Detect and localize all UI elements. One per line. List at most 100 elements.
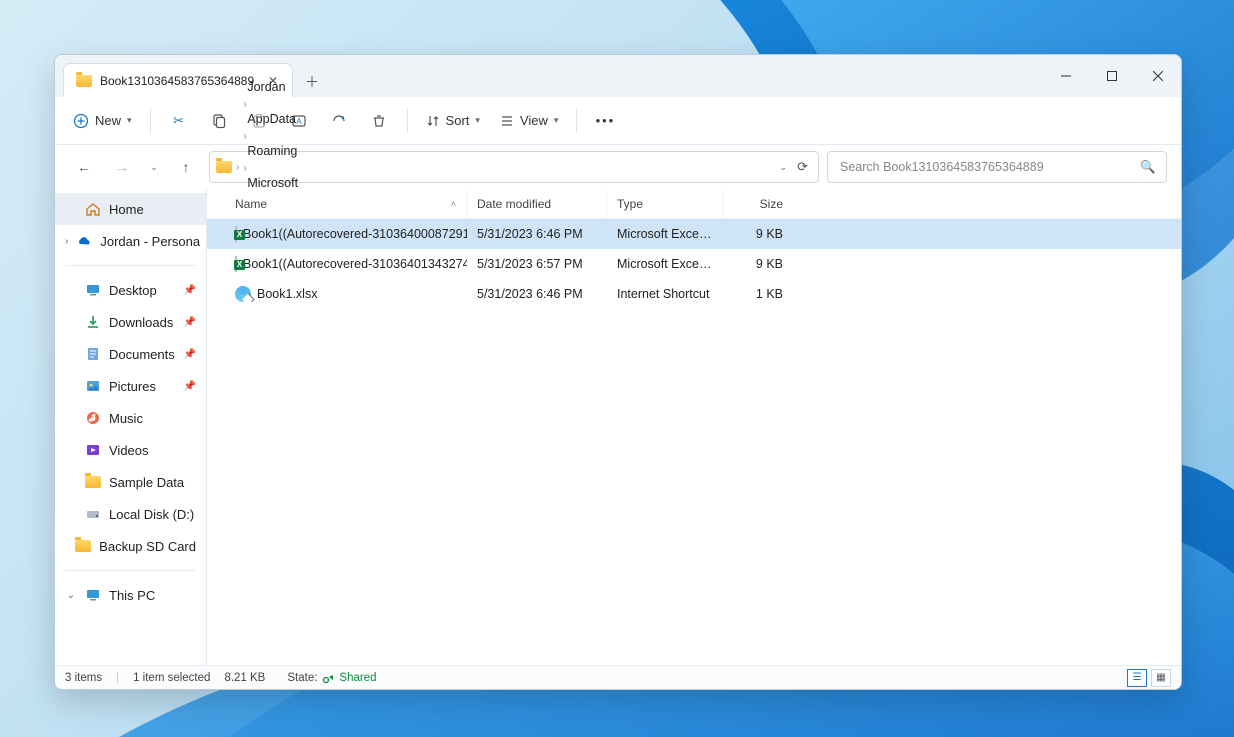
sort-icon — [426, 114, 440, 128]
more-button[interactable]: ••• — [587, 104, 623, 138]
file-list-pane: Name˄ Date modified Type Size Book1((Aut… — [207, 189, 1181, 665]
chevron-down-icon: ⌄ — [150, 162, 158, 173]
cut-button[interactable]: ✂ — [161, 104, 197, 138]
file-row[interactable]: Book1((Autorecovered-310364013432742…5/3… — [207, 249, 1181, 279]
breadcrumb-segment[interactable]: Jordan — [243, 78, 412, 96]
sidebar-item-onedrive[interactable]: › Jordan - Persona — [55, 225, 206, 257]
sidebar-item-backup-sd-card[interactable]: Backup SD Card — [55, 530, 206, 562]
paste-icon — [251, 113, 267, 129]
icons-view-button[interactable]: ▦ — [1151, 669, 1171, 687]
sidebar-item-label: This PC — [109, 588, 155, 603]
sync-state: State: Shared — [287, 671, 376, 685]
navigation-pane[interactable]: Home › Jordan - Persona Desktop📌Download… — [55, 189, 207, 665]
folder-icon — [75, 538, 91, 554]
column-headers: Name˄ Date modified Type Size — [207, 189, 1181, 219]
excel-icon — [235, 226, 237, 242]
view-icon — [500, 114, 514, 128]
file-date: 5/31/2023 6:46 PM — [467, 287, 607, 301]
sidebar-item-downloads[interactable]: Downloads 📌 — [55, 306, 206, 338]
maximize-button[interactable] — [1089, 55, 1135, 97]
close-button[interactable] — [1135, 55, 1181, 97]
paste-button[interactable] — [241, 104, 277, 138]
sidebar-item-desktop[interactable]: Desktop📌 — [55, 274, 206, 306]
file-size: 1 KB — [723, 287, 793, 301]
sidebar-item-label: Downloads — [109, 315, 173, 330]
selection-count: 1 item selected — [133, 672, 210, 684]
sidebar-item-label: Local Disk (D:) — [109, 507, 194, 522]
column-name[interactable]: Name˄ — [225, 189, 467, 218]
sidebar-item-local-disk-d-[interactable]: Local Disk (D:) — [55, 498, 206, 530]
tab-title: Book1310364583765364889 — [100, 74, 254, 88]
sort-button[interactable]: Sort ▾ — [418, 104, 488, 138]
sidebar-item-videos[interactable]: Videos — [55, 434, 206, 466]
sidebar-item-home[interactable]: Home — [55, 193, 206, 225]
explorer-window: Book1310364583765364889 ✕ ＋ New ▾ ✂ A So… — [54, 54, 1182, 690]
sidebar-item-label: Backup SD Card — [99, 539, 196, 554]
quick-access: Desktop📌 Downloads 📌 Documents📌Pictures📌Mus… — [55, 274, 206, 562]
sidebar-item-documents[interactable]: Documents📌 — [55, 338, 206, 370]
separator — [65, 570, 196, 571]
file-name: Book1.xlsx — [225, 286, 467, 302]
address-bar[interactable]: › Jordan›AppData›Roaming›Microsoft›Excel… — [209, 151, 819, 183]
folder-icon — [76, 73, 92, 89]
sidebar-item-label: Pictures — [109, 379, 156, 394]
view-button[interactable]: View ▾ — [492, 104, 566, 138]
window-controls — [1043, 55, 1181, 97]
file-row[interactable]: Book1((Autorecovered-310364000872918…5/3… — [207, 219, 1181, 249]
chevron-down-icon: ▾ — [475, 115, 480, 126]
search-input[interactable] — [838, 159, 1140, 175]
recent-button[interactable]: ⌄ — [145, 152, 163, 182]
sidebar-item-pictures[interactable]: Pictures📌 — [55, 370, 206, 402]
sidebar-item-sample-data[interactable]: Sample Data — [55, 466, 206, 498]
chevron-down-icon: ⌄ — [65, 590, 77, 601]
separator — [65, 265, 196, 266]
sidebar-item-label: Desktop — [109, 283, 157, 298]
details-view-button[interactable]: ☰ — [1127, 669, 1147, 687]
up-button[interactable]: ↑ — [171, 152, 201, 182]
sidebar-item-thispc[interactable]: ⌄ This PC — [55, 579, 206, 611]
new-button[interactable]: New ▾ — [65, 104, 140, 138]
chevron-right-icon: › — [236, 162, 239, 173]
excel-icon — [235, 256, 237, 272]
column-type[interactable]: Type — [607, 189, 723, 218]
shortcut-icon — [235, 286, 251, 302]
column-size[interactable]: Size — [723, 189, 793, 218]
selection-size: 8.21 KB — [224, 672, 265, 684]
music-icon — [85, 410, 101, 426]
file-row[interactable]: Book1.xlsx5/31/2023 6:46 PMInternet Shor… — [207, 279, 1181, 309]
file-type: Microsoft Excel Bi… — [607, 227, 723, 241]
home-icon — [85, 201, 101, 217]
status-bar: 3 items | 1 item selected 8.21 KB State:… — [55, 665, 1181, 689]
titlebar: Book1310364583765364889 ✕ ＋ — [55, 55, 1181, 97]
cloud-icon — [76, 233, 92, 249]
sidebar-item-label: Documents — [109, 347, 175, 362]
back-button[interactable]: ← — [69, 152, 99, 182]
refresh-button[interactable]: ⟳ — [793, 159, 812, 175]
downloads-icon — [85, 314, 101, 330]
file-size: 9 KB — [723, 227, 793, 241]
file-list[interactable]: Book1((Autorecovered-310364000872918…5/3… — [207, 219, 1181, 665]
shared-icon — [321, 671, 335, 685]
copy-button[interactable] — [201, 104, 237, 138]
file-name: Book1((Autorecovered-310364013432742… — [225, 256, 467, 272]
sidebar-item-music[interactable]: Music — [55, 402, 206, 434]
chevron-right-icon: › — [243, 163, 246, 174]
minimize-button[interactable] — [1043, 55, 1089, 97]
pin-icon: 📌 — [184, 317, 196, 328]
forward-button[interactable]: → — [107, 152, 137, 182]
toolbar: New ▾ ✂ A Sort ▾ View ▾ ••• — [55, 97, 1181, 145]
breadcrumb-segment[interactable]: Roaming — [243, 142, 412, 160]
desktop-icon — [85, 282, 101, 298]
search-box[interactable]: 🔍 — [827, 151, 1167, 183]
chevron-down-icon: ▾ — [554, 115, 559, 126]
sort-asc-icon: ˄ — [451, 199, 456, 209]
file-date: 5/31/2023 6:57 PM — [467, 257, 607, 271]
column-date[interactable]: Date modified — [467, 189, 607, 218]
folder-icon — [85, 474, 101, 490]
chevron-down-icon[interactable]: ⌄ — [780, 162, 788, 173]
sidebar-item-label: Sample Data — [109, 475, 184, 490]
pictures-icon — [85, 378, 101, 394]
documents-icon — [85, 346, 101, 362]
chevron-right-icon: › — [65, 236, 68, 247]
file-size: 9 KB — [723, 257, 793, 271]
